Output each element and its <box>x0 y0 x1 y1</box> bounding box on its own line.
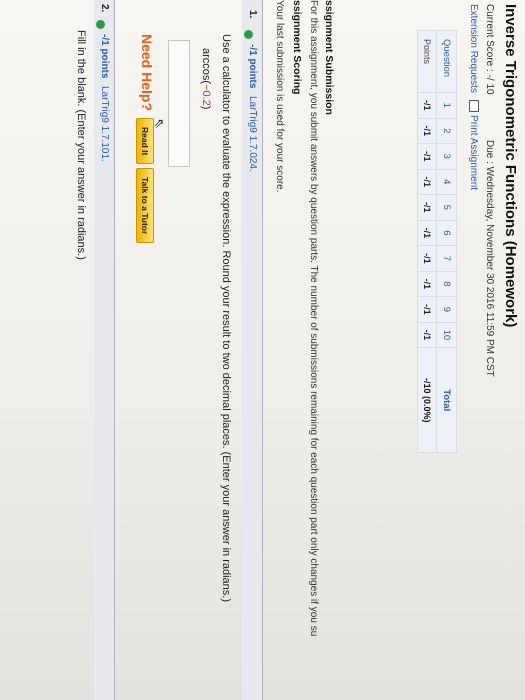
points-label: Points <box>417 30 437 93</box>
points-cell: -/1 <box>417 322 437 348</box>
question-link-9[interactable]: 9 <box>436 296 457 323</box>
points-row: Points -/1 -/1 -/1 -/1 -/1 -/1 -/1 -/1 -… <box>417 30 437 453</box>
plus-icon[interactable] <box>91 20 109 29</box>
plus-icon[interactable] <box>239 30 257 39</box>
print-assignment-label: Print Assignment <box>468 115 479 191</box>
submission-heading: ssignment Submission <box>323 0 335 115</box>
question-number: 1. <box>247 10 258 19</box>
total-label: Total <box>436 347 457 453</box>
question-2-prompt: Fill in the blank. (Enter your answer in… <box>75 30 87 260</box>
need-help-label: Need Help? <box>139 34 155 112</box>
printer-icon <box>468 100 479 112</box>
question-link-5[interactable]: 5 <box>436 194 457 221</box>
submission-text: For this assignment, you submit answers … <box>308 0 319 637</box>
due-date: Due : Wednesday, November 30 2016 11:59 … <box>484 140 495 377</box>
total-value: -/10 (0.0%) <box>417 347 437 453</box>
points-cell: -/1 <box>417 118 437 144</box>
score-table: Question 1 2 3 4 5 6 7 8 9 10 Total Poin… <box>417 30 457 454</box>
question-link-2[interactable]: 2 <box>436 118 457 144</box>
question-link-8[interactable]: 8 <box>436 271 457 297</box>
points-cell: -/1 <box>417 245 437 272</box>
talk-to-tutor-button[interactable]: Talk to a Tutor <box>136 168 154 244</box>
question-1-header: 1. -/1 points LarTrig9 1.7.024. <box>242 0 263 700</box>
scoring-text: Your last submission is used for your sc… <box>274 0 285 193</box>
answer-input[interactable] <box>168 40 190 167</box>
points-cell: -/1 <box>417 194 437 221</box>
question-1-expression: arccos(−0.2) <box>200 48 212 109</box>
question-link-3[interactable]: 3 <box>436 143 457 170</box>
question-code: LarTrig9 1.7.101. <box>99 86 110 162</box>
current-score: Current Score : -/ 10 <box>484 4 495 95</box>
expression-prefix: arccos( <box>200 48 212 85</box>
points-cell: -/1 <box>417 143 437 170</box>
points-cell: -/1 <box>417 296 437 323</box>
question-number: 2. <box>99 4 110 13</box>
page-title: Inverse Trigonometric Functions (Homewor… <box>502 4 519 328</box>
question-1-prompt: Use a calculator to evaluate the express… <box>220 34 232 603</box>
points-cell: -/1 <box>417 271 437 297</box>
scoring-heading: ssignment Scoring <box>291 0 303 95</box>
expression-suffix: ) <box>200 105 212 110</box>
question-link-1[interactable]: 1 <box>436 92 457 119</box>
question-2-header: 2. -/1 points LarTrig9 1.7.101. <box>94 0 115 700</box>
question-link-4[interactable]: 4 <box>436 169 457 195</box>
question-row: Question 1 2 3 4 5 6 7 8 9 10 Total <box>436 30 457 453</box>
expression-value: −0.2 <box>200 84 212 106</box>
question-label: Question <box>436 30 457 93</box>
question-points: -/1 points <box>99 34 110 79</box>
question-link-6[interactable]: 6 <box>436 220 457 246</box>
points-cell: -/1 <box>417 92 437 119</box>
extension-requests-link[interactable]: Extension Requests <box>468 4 479 93</box>
page: Inverse Trigonometric Functions (Homewor… <box>0 0 525 700</box>
print-assignment-link[interactable]: Print Assignment <box>468 100 479 190</box>
points-cell: -/1 <box>417 220 437 246</box>
question-link-7[interactable]: 7 <box>436 245 457 272</box>
read-it-button[interactable]: Read It <box>136 118 154 165</box>
question-link-10[interactable]: 10 <box>436 322 457 348</box>
question-code: LarTrig9 1.7.024. <box>247 96 258 172</box>
points-cell: -/1 <box>417 169 437 195</box>
question-points: -/1 points <box>247 44 258 89</box>
